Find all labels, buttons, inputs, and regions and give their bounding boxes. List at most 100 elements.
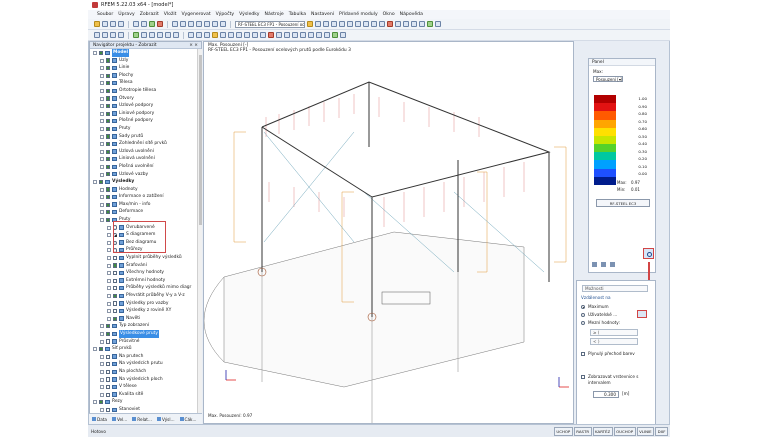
expand-icon[interactable]: [107, 256, 111, 261]
checkbox[interactable]: [113, 255, 118, 261]
menu-item[interactable]: Zobrazit: [140, 12, 159, 17]
save-icon[interactable]: [110, 21, 116, 27]
checkbox[interactable]: [106, 141, 111, 147]
layer-icon[interactable]: [260, 32, 266, 38]
menu-item[interactable]: Nastavení: [311, 12, 334, 17]
checkbox[interactable]: [106, 392, 111, 397]
status-toggle-button[interactable]: RASTR: [573, 427, 592, 436]
expand-icon[interactable]: [107, 271, 111, 276]
result-case-combo[interactable]: RF-STEEL EC3 FP1 - Posouzení ocelový: [235, 20, 305, 28]
tree-item[interactable]: Na prutech: [90, 353, 201, 361]
export-icon[interactable]: [332, 32, 338, 38]
tree-item[interactable]: Hodnoty: [90, 186, 201, 194]
user-defined-radio[interactable]: [581, 313, 586, 318]
tree-item[interactable]: Převrátit průběhy V-y a V-z: [90, 292, 201, 300]
expand-icon[interactable]: [100, 392, 104, 397]
render-icon[interactable]: [180, 21, 186, 27]
tree-item[interactable]: Ortotropie tělesa: [90, 87, 201, 95]
tree-item[interactable]: Průběhy výsledků mimo diagr: [90, 284, 201, 292]
new-file-icon[interactable]: [94, 21, 100, 27]
expand-icon[interactable]: [107, 263, 111, 268]
checkbox[interactable]: [113, 263, 118, 268]
menu-item[interactable]: Vložit: [164, 12, 177, 17]
checkbox[interactable]: [106, 103, 111, 109]
filter-icon[interactable]: [610, 262, 615, 267]
menu-item[interactable]: Nástroje: [265, 12, 284, 17]
expand-icon[interactable]: [100, 73, 104, 78]
expand-icon[interactable]: [100, 164, 104, 169]
navigator-scrollbar[interactable]: [197, 49, 202, 414]
tab-relations[interactable]: Relat...: [132, 417, 152, 422]
animation-icon[interactable]: [276, 32, 282, 38]
tree-item[interactable]: V tělese: [90, 383, 201, 391]
limit-from-field[interactable]: ≥ (: [590, 329, 638, 336]
expand-icon[interactable]: [107, 233, 111, 238]
tree-item[interactable]: Řezy: [90, 398, 201, 406]
zoom-icon[interactable]: [188, 21, 194, 27]
tab-display[interactable]: Vel...: [112, 417, 127, 422]
tree-item[interactable]: Všechny hodnoty: [90, 269, 201, 277]
scrollbar-thumb[interactable]: [198, 55, 202, 225]
member-icon[interactable]: [355, 21, 361, 27]
checkbox[interactable]: [106, 126, 111, 131]
tree-item[interactable]: Výsledky: [90, 178, 201, 186]
module-icon[interactable]: [427, 21, 433, 27]
checkbox[interactable]: [113, 278, 118, 283]
expand-icon[interactable]: [107, 309, 111, 314]
tree-item[interactable]: Informace o zatížení: [90, 193, 201, 201]
tree-item[interactable]: Na plochách: [90, 368, 201, 376]
menu-item[interactable]: Úpravy: [118, 12, 134, 17]
shade-icon[interactable]: [204, 32, 210, 38]
tree-item[interactable]: Navěti: [90, 315, 201, 323]
expand-icon[interactable]: [107, 278, 111, 283]
status-toggle-button[interactable]: VLINIE: [636, 427, 655, 436]
limit-to-field[interactable]: < ): [590, 338, 638, 345]
comment-icon[interactable]: [173, 32, 179, 38]
checkbox[interactable]: [106, 354, 111, 359]
checkbox[interactable]: [99, 346, 104, 352]
menu-item[interactable]: Výpočty: [216, 12, 235, 17]
expand-icon[interactable]: [100, 369, 104, 374]
tree-item[interactable]: Uzlové podpory: [90, 102, 201, 110]
grid-icon[interactable]: [331, 21, 337, 27]
tree-item[interactable]: Výsledky z rovině XY: [90, 307, 201, 315]
isoline-icon[interactable]: [292, 32, 298, 38]
printout-icon[interactable]: [316, 32, 322, 38]
tree-item[interactable]: Šrafování: [90, 262, 201, 270]
view-icon[interactable]: [172, 21, 178, 27]
checkbox[interactable]: [106, 195, 111, 200]
top-view-icon[interactable]: [220, 21, 226, 27]
checkbox[interactable]: [113, 271, 118, 276]
color-scale-icon[interactable]: [592, 262, 597, 267]
tree-item[interactable]: Model: [90, 49, 201, 57]
undo-icon[interactable]: [133, 21, 139, 27]
calculate-icon[interactable]: [149, 21, 155, 27]
tree-item[interactable]: Výsledkové pruty: [90, 329, 201, 338]
menu-item[interactable]: Okno: [383, 12, 395, 17]
checkbox[interactable]: [99, 50, 104, 55]
tree-item[interactable]: Uzlové vazby: [90, 171, 201, 179]
tree-item[interactable]: Výsledky pro vazby: [90, 300, 201, 308]
tree-item[interactable]: Průsvitné: [90, 338, 201, 346]
expand-icon[interactable]: [107, 294, 111, 298]
tree-item[interactable]: Zohlednění sítě prvků: [90, 140, 201, 148]
expand-icon[interactable]: [93, 347, 97, 352]
pan-icon[interactable]: [204, 21, 210, 27]
checkbox[interactable]: [106, 172, 111, 177]
factor-icon[interactable]: [601, 262, 606, 267]
help-icon[interactable]: [435, 21, 441, 27]
zoom-icon[interactable]: [643, 248, 654, 259]
expand-icon[interactable]: [100, 218, 104, 223]
settings-icon[interactable]: [340, 32, 346, 38]
expand-icon[interactable]: [100, 111, 104, 116]
expand-icon[interactable]: [100, 58, 104, 63]
expand-icon[interactable]: [107, 225, 111, 230]
menu-item[interactable]: Tabulka: [289, 12, 306, 17]
show-isolines-checkbox[interactable]: [581, 375, 586, 380]
redo-icon[interactable]: [141, 21, 147, 27]
snap-icon[interactable]: [133, 32, 139, 38]
line-icon[interactable]: [347, 21, 353, 27]
checkbox[interactable]: [106, 149, 111, 154]
move-icon[interactable]: [94, 32, 100, 38]
tree-item[interactable]: Deformace: [90, 208, 201, 216]
